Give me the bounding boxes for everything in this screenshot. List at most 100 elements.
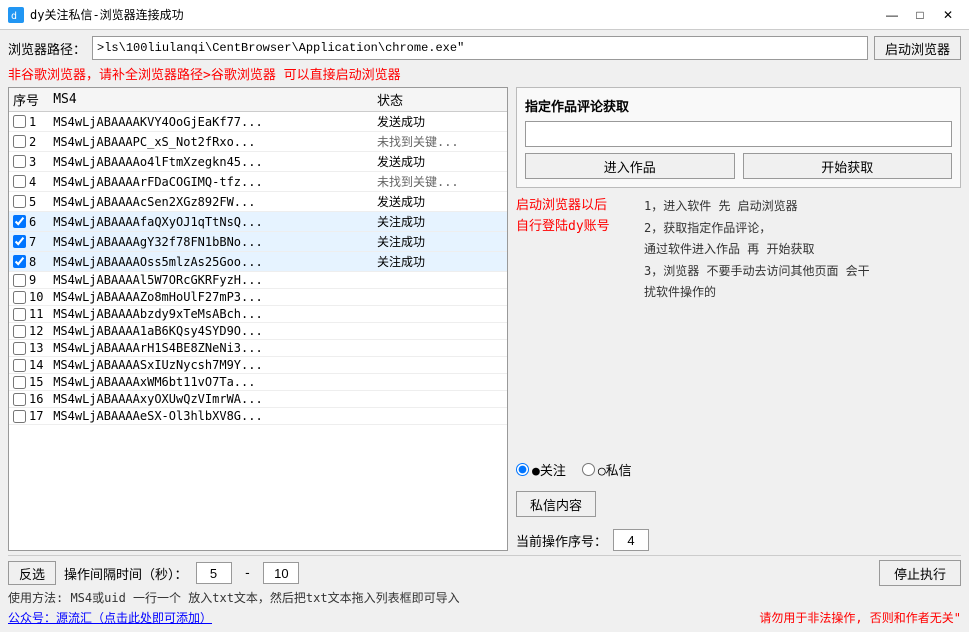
table-cell-seq: 2	[9, 132, 49, 152]
window-title: dy关注私信-浏览器连接成功	[30, 6, 184, 23]
table-cell-seq: 12	[9, 323, 49, 340]
row-seq: 16	[29, 392, 43, 406]
table-cell-status	[373, 323, 507, 340]
table-row: 7MS4wLjABAAAAgY32f78FN1bBNo...关注成功	[9, 232, 507, 252]
browser-path-label: 浏览器路径：	[8, 39, 86, 58]
table-cell-ms4: MS4wLjABAAAA1aB6KQsy4SYD9O...	[49, 323, 373, 340]
title-bar-left: d dy关注私信-浏览器连接成功	[8, 6, 184, 23]
table-cell-ms4: MS4wLjABAAAAZo8mHoUlF27mP3...	[49, 289, 373, 306]
radio-private[interactable]	[582, 463, 595, 476]
table-cell-seq: 17	[9, 408, 49, 425]
maximize-button[interactable]: □	[907, 4, 933, 26]
col-header-seq: 序号	[9, 88, 49, 112]
row-checkbox[interactable]	[13, 155, 26, 168]
private-msg-button[interactable]: 私信内容	[516, 491, 596, 517]
ms4-table: 序号 MS4 状态 1MS4wLjABAAAAKVY4OoGjEaKf77...…	[9, 88, 507, 425]
stop-execute-button[interactable]: 停止执行	[879, 560, 961, 586]
table-cell-status	[373, 357, 507, 374]
table-row: 3MS4wLjABAAAAo4lFtmXzegkn45...发送成功	[9, 152, 507, 172]
table-cell-seq: 10	[9, 289, 49, 306]
reverse-select-button[interactable]: 反选	[8, 561, 56, 585]
row-checkbox[interactable]	[13, 376, 26, 389]
row-seq: 6	[29, 215, 36, 229]
red-notice-line1: 启动浏览器以后	[516, 196, 636, 217]
info-area: 启动浏览器以后 自行登陆dy账号 1，进入软件 先 启动浏览器2，获取指定作品评…	[516, 196, 961, 448]
table-row: 11MS4wLjABAAAAbzdy9xTeMsABch...	[9, 306, 507, 323]
instruction-line: 扰软件操作的	[644, 282, 870, 304]
table-cell-status	[373, 408, 507, 425]
row-seq: 7	[29, 235, 36, 249]
table-cell-seq: 16	[9, 391, 49, 408]
interval-max-input[interactable]	[263, 562, 299, 584]
start-fetch-button[interactable]: 开始获取	[743, 153, 953, 179]
start-browser-button[interactable]: 启动浏览器	[874, 36, 961, 60]
row-checkbox[interactable]	[13, 359, 26, 372]
radio-follow-label[interactable]: ●关注	[516, 460, 566, 479]
current-op-input[interactable]	[613, 529, 649, 551]
row-checkbox[interactable]	[13, 393, 26, 406]
minimize-button[interactable]: —	[879, 4, 905, 26]
bottom-footer: 公众号：源流汇（点击此处即可添加） 请勿用于非法操作, 否则和作者无关"	[8, 609, 961, 626]
enter-work-button[interactable]: 进入作品	[525, 153, 735, 179]
table-row: 9 MS4wLjABAAAAl5W7ORcGKRFyzH...	[9, 272, 507, 289]
browser-path-row: 浏览器路径： 启动浏览器	[8, 36, 961, 60]
browser-path-input[interactable]	[92, 36, 868, 60]
row-seq: 17	[29, 409, 43, 423]
table-cell-status: 关注成功	[373, 232, 507, 252]
table-cell-status	[373, 272, 507, 289]
radio-follow-text: ●关注	[532, 460, 566, 479]
radio-follow[interactable]	[516, 463, 529, 476]
table-cell-seq: 14	[9, 357, 49, 374]
title-bar: d dy关注私信-浏览器连接成功 — □ ✕	[0, 0, 969, 30]
row-seq: 13	[29, 341, 43, 355]
table-cell-seq: 1	[9, 112, 49, 132]
bottom-bar: 反选 操作间隔时间（秒）： - 停止执行 使用方法: MS4或uid 一行一个 …	[8, 555, 961, 626]
fetch-url-input[interactable]	[525, 121, 952, 147]
table-cell-seq: 13	[9, 340, 49, 357]
row-seq: 10	[29, 290, 43, 304]
row-checkbox[interactable]	[13, 325, 26, 338]
table-row: 14MS4wLjABAAAASxIUzNycsh7M9Y...	[9, 357, 507, 374]
current-op-label: 当前操作序号：	[516, 531, 607, 550]
row-seq: 9	[29, 273, 36, 287]
row-checkbox[interactable]	[13, 215, 26, 228]
table-row: 17MS4wLjABAAAAeSX-Ol3hlbXV8G...	[9, 408, 507, 425]
row-checkbox[interactable]	[13, 175, 26, 188]
row-checkbox[interactable]	[13, 135, 26, 148]
table-cell-ms4: MS4wLjABAAAAxyOXUwQzVImrWA...	[49, 391, 373, 408]
table-cell-ms4: MS4wLjABAAAArH1S4BE8ZNeNi3...	[49, 340, 373, 357]
bottom-controls: 反选 操作间隔时间（秒）： - 停止执行	[8, 560, 961, 586]
row-checkbox[interactable]	[13, 255, 26, 268]
radio-private-label[interactable]: ○私信	[582, 460, 632, 479]
public-link[interactable]: 公众号：源流汇（点击此处即可添加）	[8, 609, 212, 626]
row-checkbox[interactable]	[13, 291, 26, 304]
table-cell-ms4: MS4wLjABAAAAo4lFtmXzegkn45...	[49, 152, 373, 172]
table-cell-status	[373, 306, 507, 323]
row-checkbox[interactable]	[13, 235, 26, 248]
table-cell-status: 发送成功	[373, 192, 507, 212]
table-cell-ms4: MS4wLjABAAAAl5W7ORcGKRFyzH...	[49, 272, 373, 289]
right-panel: 指定作品评论获取 进入作品 开始获取 启动浏览器以后 自行登陆dy账号 1，进入…	[516, 87, 961, 551]
row-checkbox[interactable]	[13, 115, 26, 128]
table-cell-seq: 8	[9, 252, 49, 272]
fetch-buttons: 进入作品 开始获取	[525, 153, 952, 179]
table-cell-ms4: MS4wLjABAAAAOss5mlzAs25Goo...	[49, 252, 373, 272]
table-cell-ms4: MS4wLjABAAAAcSen2XGz892FW...	[49, 192, 373, 212]
table-cell-status	[373, 289, 507, 306]
interval-min-input[interactable]	[196, 562, 232, 584]
row-checkbox[interactable]	[13, 342, 26, 355]
row-seq: 12	[29, 324, 43, 338]
row-checkbox[interactable]	[13, 274, 26, 287]
close-button[interactable]: ✕	[935, 4, 961, 26]
row-checkbox[interactable]	[13, 308, 26, 321]
row-seq: 4	[29, 175, 36, 189]
row-checkbox[interactable]	[13, 195, 26, 208]
table-cell-status: 未找到关键...	[373, 132, 507, 152]
warning-main: 非谷歌浏览器，请补全浏览器路径>谷歌浏览器 可以直接启动浏览器	[8, 68, 401, 83]
row-checkbox[interactable]	[13, 410, 26, 423]
table-cell-status: 发送成功	[373, 152, 507, 172]
row-seq: 15	[29, 375, 43, 389]
table-row: 5MS4wLjABAAAAcSen2XGz892FW...发送成功	[9, 192, 507, 212]
footer-warning: 请勿用于非法操作, 否则和作者无关"	[759, 609, 961, 626]
row-seq: 2	[29, 135, 36, 149]
